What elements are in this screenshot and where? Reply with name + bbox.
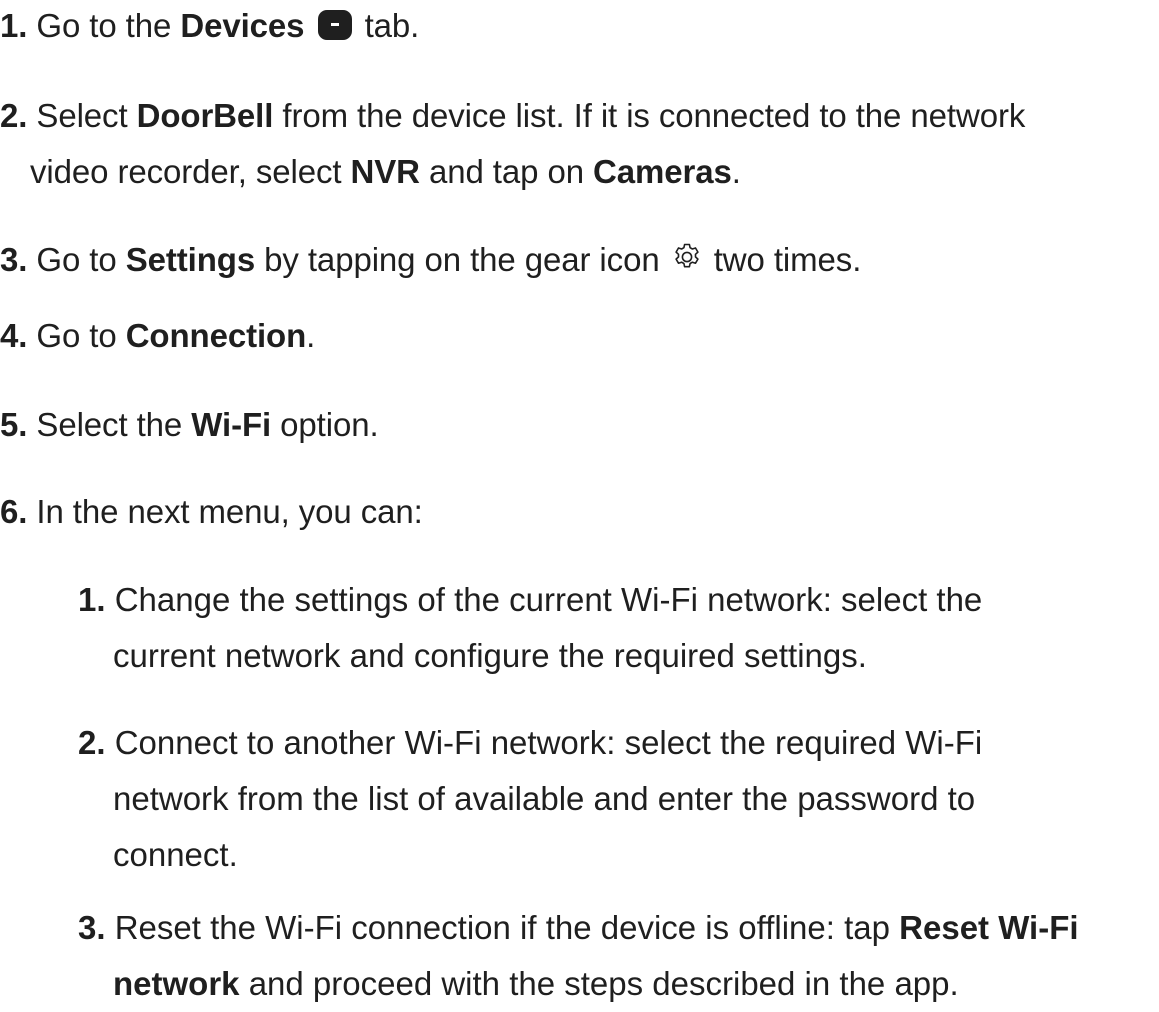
step-number: 1. (0, 7, 28, 44)
step-3: 3. Go to Settings by tapping on the gear… (0, 232, 861, 288)
doorbell-label: DoorBell (136, 97, 274, 134)
connection-label: Connection (125, 317, 307, 354)
substep-text: Reset the Wi-Fi connection if the device… (114, 909, 900, 946)
substep-text: current network and configure the requir… (113, 637, 867, 674)
step-number: 4. (0, 317, 28, 354)
substep-text: network from the list of available and e… (113, 780, 976, 817)
step-text: tab. (355, 7, 420, 44)
network-label: network (113, 965, 240, 1002)
step-text: from the device list. If it is connected… (273, 97, 1026, 134)
substep-3: 3. Reset the Wi-Fi connection if the dev… (78, 900, 1153, 1012)
devices-label: Devices (180, 7, 305, 44)
wifi-label: Wi-Fi (191, 406, 272, 443)
step-text: . (306, 317, 316, 354)
step-number: 6. (0, 493, 28, 530)
step-6: 6. In the next menu, you can: (0, 484, 423, 540)
substep-number: 1. (78, 581, 106, 618)
gear-icon (674, 243, 699, 268)
step-2: 2. Select DoorBell from the device list.… (0, 88, 1025, 200)
step-4: 4. Go to Connection. (0, 308, 315, 364)
substep-number: 3. (78, 909, 106, 946)
step-number: 2. (0, 97, 28, 134)
step-5: 5. Select the Wi-Fi option. (0, 397, 379, 453)
step-text: two times. (704, 241, 862, 278)
substep-1: 1. Change the settings of the current Wi… (78, 572, 1153, 684)
step-text: video recorder, select (30, 153, 351, 190)
step-text: Go to (36, 317, 126, 354)
step-1: 1. Go to the Devices tab. (0, 0, 419, 54)
reset-wifi-label: Reset Wi-Fi (899, 909, 1079, 946)
step-text: Go to the (36, 7, 181, 44)
step-text: by tapping on the gear icon (255, 241, 669, 278)
substep-text: Change the settings of the current Wi-Fi… (114, 581, 983, 618)
settings-label: Settings (125, 241, 256, 278)
step-text: and tap on (419, 153, 594, 190)
substep-text: connect. (113, 836, 238, 873)
devices-tab-icon (317, 10, 352, 40)
step-text: Select the (36, 406, 192, 443)
step-text: In the next menu, you can: (36, 493, 423, 530)
step-text: Select (36, 97, 137, 134)
substep-2: 2. Connect to another Wi-Fi network: sel… (78, 715, 1153, 883)
step-text: option. (271, 406, 379, 443)
step-text: . (731, 153, 741, 190)
step-number: 3. (0, 241, 28, 278)
nvr-label: NVR (350, 153, 420, 190)
substep-text: Connect to another Wi-Fi network: select… (114, 724, 983, 761)
step-number: 5. (0, 406, 28, 443)
substep-number: 2. (78, 724, 106, 761)
substep-text: and proceed with the steps described in … (239, 965, 959, 1002)
step-text: Go to (36, 241, 126, 278)
instructions-document: 1. Go to the Devices tab. 2. Select Door… (0, 0, 1159, 1002)
cameras-label: Cameras (593, 153, 732, 190)
